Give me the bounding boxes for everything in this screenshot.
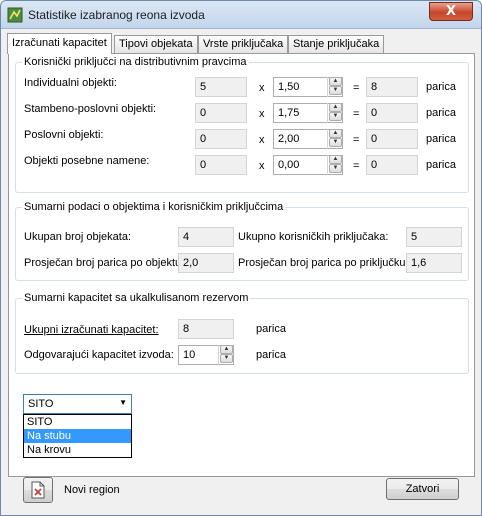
title-bar[interactable]: Statistike izabranog reona izvoda X [1, 1, 481, 29]
factor-spin[interactable]: ▲ ▼ [327, 129, 342, 149]
type-select-dropdown: SITO Na stubu Na krovu [23, 414, 132, 458]
computed-capacity-field: 8 [178, 319, 234, 339]
matching-unit-label: parica [256, 349, 286, 361]
dropdown-option-na-stubu[interactable]: Na stubu [24, 429, 131, 443]
spin-up-icon[interactable]: ▲ [329, 77, 342, 86]
tab-izracunati-kapacitet[interactable]: Izračunati kapacitet [7, 33, 112, 54]
tab-vrste-prikljucaka[interactable]: Vrste priključaka [198, 35, 289, 53]
computed-unit-label: parica [256, 323, 286, 335]
group-summary-objects: Sumarni podaci o objektima i korisničkim… [15, 201, 469, 281]
unit-label: parica [426, 107, 456, 119]
count-field: 5 [195, 77, 247, 97]
total-connections-field: 5 [406, 227, 462, 247]
computed-capacity-label[interactable]: Ukupni izračunati kapacitet: [24, 324, 159, 336]
total-objects-label: Ukupan broj objekata: [24, 231, 132, 243]
total-objects-field: 4 [178, 227, 234, 247]
result-field: 0 [366, 129, 418, 149]
row-label: Stambeno-poslovni objekti: [24, 103, 157, 115]
avg-pairs-connection-label: Prosječan broj parica po priključku: [238, 257, 407, 269]
result-field: 8 [366, 77, 418, 97]
spin-up-icon[interactable]: ▲ [329, 129, 342, 138]
chevron-down-icon[interactable]: ▼ [119, 398, 127, 407]
avg-pairs-object-label: Prosječan broj parica po objektu: [24, 257, 179, 269]
row-label: Poslovni objekti: [24, 129, 104, 141]
result-field: 0 [366, 103, 418, 123]
equals-sign: = [353, 82, 360, 94]
avg-pairs-object-field: 2,0 [178, 253, 234, 273]
group-user-connections-title: Korisnički priključci na distributivnim … [22, 56, 249, 68]
spin-up-icon[interactable]: ▲ [220, 345, 233, 354]
matching-capacity-spin[interactable]: ▲ ▼ [218, 345, 233, 365]
row-label: Individualni objekti: [24, 77, 117, 89]
equals-sign: = [353, 134, 360, 146]
spin-down-icon[interactable]: ▼ [329, 112, 342, 121]
spin-up-icon[interactable]: ▲ [329, 103, 342, 112]
new-region-label: Novi region [64, 484, 120, 496]
app-icon [7, 7, 23, 23]
multiply-sign: x [259, 108, 265, 120]
type-select-value: SITO [28, 398, 54, 410]
spin-down-icon[interactable]: ▼ [220, 354, 233, 363]
spin-down-icon[interactable]: ▼ [329, 164, 342, 173]
new-document-icon [31, 481, 45, 499]
type-select[interactable]: SITO ▼ [23, 394, 132, 414]
result-field: 0 [366, 155, 418, 175]
matching-capacity-label: Odgovarajući kapacitet izvoda: [24, 349, 174, 361]
equals-sign: = [353, 160, 360, 172]
factor-spin[interactable]: ▲ ▼ [327, 103, 342, 123]
factor-spin[interactable]: ▲ ▼ [327, 77, 342, 97]
new-region-button[interactable] [23, 477, 53, 503]
tab-stanje-prikljucaka[interactable]: Stanje priključaka [288, 35, 385, 53]
spin-down-icon[interactable]: ▼ [329, 86, 342, 95]
window-close-button[interactable]: X [429, 2, 473, 21]
dropdown-option-sito[interactable]: SITO [24, 415, 131, 429]
count-field: 0 [195, 155, 247, 175]
tab-tipovi-objekata[interactable]: Tipovi objekata [114, 35, 198, 53]
unit-label: parica [426, 159, 456, 171]
unit-label: parica [426, 81, 456, 93]
close-button[interactable]: Zatvori [386, 478, 459, 500]
group-capacity-reserve-title: Sumarni kapacitet sa ukalkulisanom rezer… [22, 292, 251, 304]
multiply-sign: x [259, 82, 265, 94]
spin-up-icon[interactable]: ▲ [329, 155, 342, 164]
count-field: 0 [195, 103, 247, 123]
group-user-connections: Korisnički priključci na distributivnim … [15, 56, 469, 193]
dialog-window: Statistike izabranog reona izvoda X Izra… [0, 0, 482, 516]
dropdown-option-na-krovu[interactable]: Na krovu [24, 443, 131, 457]
multiply-sign: x [259, 160, 265, 172]
factor-spin[interactable]: ▲ ▼ [327, 155, 342, 175]
equals-sign: = [353, 108, 360, 120]
row-label: Objekti posebne namene: [24, 155, 150, 167]
multiply-sign: x [259, 134, 265, 146]
avg-pairs-connection-field: 1,6 [406, 253, 462, 273]
total-connections-label: Ukupno korisničkih priključaka: [238, 231, 389, 243]
unit-label: parica [426, 133, 456, 145]
window-title: Statistike izabranog reona izvoda [28, 8, 205, 22]
spin-down-icon[interactable]: ▼ [329, 138, 342, 147]
count-field: 0 [195, 129, 247, 149]
group-capacity-reserve: Sumarni kapacitet sa ukalkulisanom rezer… [15, 292, 469, 374]
group-summary-objects-title: Sumarni podaci o objektima i korisničkim… [22, 201, 286, 213]
